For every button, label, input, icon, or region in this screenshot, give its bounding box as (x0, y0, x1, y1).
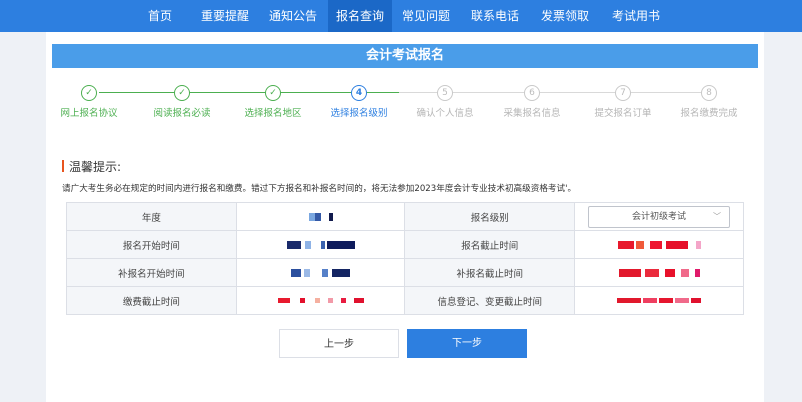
redaction-block (617, 298, 642, 303)
level-select[interactable]: 会计初级考试 ﹀ (588, 205, 731, 228)
redaction-block (664, 268, 675, 277)
redaction-block (340, 298, 346, 303)
step-number: 4 (351, 85, 367, 101)
step-4: 4 选择报名级别 (314, 82, 404, 119)
nav-item-faq[interactable]: 常见问题 (395, 0, 457, 32)
redaction-block (649, 240, 662, 249)
tip-heading-text: 温馨提示: (69, 160, 122, 174)
step-2: ✓ 阅读报名必读 (137, 82, 227, 119)
table-value-redacted (574, 286, 744, 315)
redaction-block (617, 240, 634, 249)
top-nav: 首页 重要提醒 通知公告 报名查询 常见问题 联系电话 发票领取 考试用书 (0, 0, 802, 32)
redaction-block (314, 212, 321, 221)
redaction-block (326, 240, 355, 249)
step-8: 8 报名缴费完成 (664, 82, 754, 119)
table-value-redacted (574, 258, 744, 287)
page-title: 会计考试报名 (52, 44, 758, 68)
step-label: 报名缴费完成 (680, 108, 738, 119)
step-label: 提交报名订单 (594, 108, 652, 119)
step-label: 阅读报名必读 (153, 108, 211, 119)
step-6: 6 采集报名信息 (487, 82, 577, 119)
redaction-block (304, 268, 310, 277)
redaction-block (635, 240, 644, 249)
redaction-block (332, 268, 350, 277)
nav-item-invoice[interactable]: 发票领取 (532, 0, 598, 32)
tip-heading: 温馨提示: (62, 158, 121, 175)
table-value-redacted (235, 286, 406, 315)
step-number: 5 (437, 85, 453, 101)
table-value: 会计初级考试 ﹀ (574, 202, 744, 231)
redaction-block (675, 298, 690, 303)
table-label: 报名开始时间 (66, 230, 237, 259)
table-row: 补报名开始时间 补报名截止时间 (66, 258, 744, 287)
tip-text: 请广大考生务必在规定的时间内进行报名和缴费。错过下方报名和补报名时间的，将无法参… (62, 184, 577, 194)
step-check-icon: ✓ (174, 85, 190, 101)
table-value-redacted (235, 230, 406, 259)
prev-step-button[interactable]: 上一步 (279, 329, 399, 358)
redaction-block (277, 298, 290, 303)
redaction-block (327, 298, 333, 303)
step-progress: ✓ 网上报名协议 ✓ 阅读报名必读 ✓ 选择报名地区 4 选择报名级别 5 确认… (46, 82, 764, 122)
nav-item-important-reminder[interactable]: 重要提醒 (190, 0, 260, 32)
table-row: 年度 报名级别 会计初级考试 ﹀ (66, 202, 744, 231)
table-value-redacted (574, 230, 744, 259)
redaction-block (659, 298, 674, 303)
table-value-redacted (235, 202, 406, 231)
table-label: 年度 (66, 202, 237, 231)
redaction-block (694, 268, 700, 277)
nav-item-exam-books[interactable]: 考试用书 (603, 0, 669, 32)
accent-bar (62, 160, 64, 172)
step-number: 8 (701, 85, 717, 101)
nav-item-home[interactable]: 首页 (135, 0, 185, 32)
nav-item-notices[interactable]: 通知公告 (262, 0, 324, 32)
redaction-block (691, 298, 702, 303)
step-1: ✓ 网上报名协议 (44, 82, 134, 119)
main-card: 会计考试报名 ✓ 网上报名协议 ✓ 阅读报名必读 ✓ 选择报名地区 4 选择报名… (46, 32, 764, 402)
redaction-block (618, 268, 641, 277)
redaction-block (680, 268, 689, 277)
redaction-block (328, 212, 333, 221)
step-check-icon: ✓ (265, 85, 281, 101)
redaction-block (286, 240, 301, 249)
level-select-value: 会计初级考试 (632, 211, 687, 222)
redaction-block (314, 298, 320, 303)
redaction-block (353, 298, 364, 303)
step-5: 5 确认个人信息 (400, 82, 490, 119)
table-label: 补报名截止时间 (404, 258, 576, 287)
step-label: 选择报名级别 (330, 108, 388, 119)
step-number: 7 (615, 85, 631, 101)
step-check-icon: ✓ (81, 85, 97, 101)
table-label: 报名截止时间 (404, 230, 576, 259)
redaction-block (665, 240, 688, 249)
redaction-block (291, 268, 301, 277)
redaction-block (644, 268, 659, 277)
step-label: 采集报名信息 (503, 108, 561, 119)
table-label: 缴费截止时间 (66, 286, 237, 315)
table-value-redacted (235, 258, 406, 287)
table-label: 信息登记、变更截止时间 (404, 286, 576, 315)
registration-info-table: 年度 报名级别 会计初级考试 ﹀ 报名开始时间 报名截止时间 补报名开始时间 补… (66, 202, 744, 315)
step-label: 网上报名协议 (60, 108, 118, 119)
nav-item-registration-query[interactable]: 报名查询 (328, 0, 392, 32)
step-label: 确认个人信息 (416, 108, 474, 119)
chevron-down-icon: ﹀ (713, 211, 722, 221)
redaction-block (322, 268, 328, 277)
redaction-block (304, 240, 311, 249)
table-row: 报名开始时间 报名截止时间 (66, 230, 744, 259)
table-label: 补报名开始时间 (66, 258, 237, 287)
redaction-block (695, 240, 701, 249)
step-label: 选择报名地区 (244, 108, 302, 119)
table-label: 报名级别 (404, 202, 576, 231)
redaction-block (299, 298, 305, 303)
nav-item-contact[interactable]: 联系电话 (463, 0, 527, 32)
redaction-block (320, 240, 325, 249)
step-number: 6 (524, 85, 540, 101)
redaction-block (643, 298, 658, 303)
table-row: 缴费截止时间 信息登记、变更截止时间 (66, 286, 744, 315)
step-3: ✓ 选择报名地区 (228, 82, 318, 119)
next-step-button[interactable]: 下一步 (407, 329, 527, 358)
step-7: 7 提交报名订单 (578, 82, 668, 119)
